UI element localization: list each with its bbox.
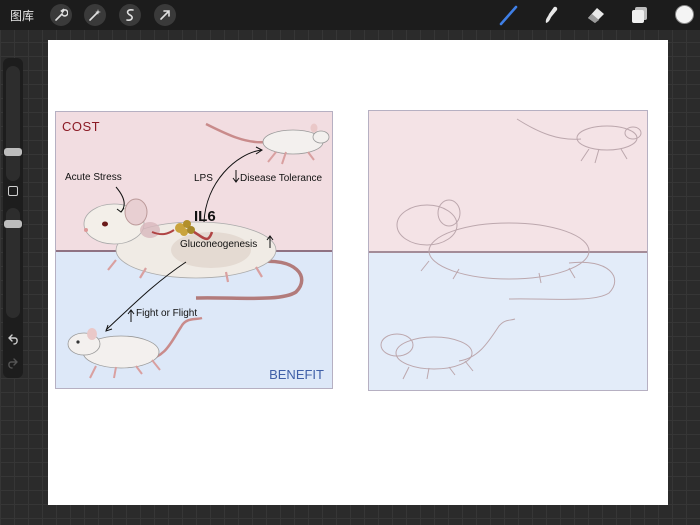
brush-size-slider[interactable] bbox=[4, 66, 22, 181]
cost-label: COST bbox=[62, 119, 101, 134]
gluconeogenesis-label: Gluconeogenesis bbox=[180, 239, 258, 250]
down-arrow-icon bbox=[232, 170, 240, 183]
smudge-icon[interactable] bbox=[539, 3, 563, 27]
up-arrow-icon bbox=[127, 309, 135, 322]
color-picker-button[interactable] bbox=[675, 5, 694, 24]
mouse-sketch bbox=[380, 118, 642, 380]
transform-icon[interactable] bbox=[154, 4, 176, 26]
wrench-icon[interactable] bbox=[50, 4, 72, 26]
lps-label: LPS bbox=[194, 173, 213, 184]
fight-or-flight-label: Fight or Flight bbox=[136, 308, 198, 319]
opacity-thumb[interactable] bbox=[4, 220, 22, 228]
illustration-panel-sketch bbox=[368, 110, 648, 391]
brush-icon[interactable] bbox=[497, 3, 521, 27]
drawing-canvas[interactable]: COST Acute Stress LPS Disease Tolerance … bbox=[48, 40, 668, 505]
opacity-slider[interactable] bbox=[4, 208, 22, 318]
brush-size-thumb[interactable] bbox=[4, 148, 22, 156]
bottom-mouse-icon bbox=[67, 316, 203, 379]
illustration-panel-colored: COST Acute Stress LPS Disease Tolerance … bbox=[55, 111, 333, 389]
undo-icon[interactable] bbox=[7, 334, 19, 346]
layers-icon[interactable] bbox=[628, 3, 652, 27]
top-mouse-icon bbox=[205, 122, 330, 165]
modify-button-icon[interactable] bbox=[8, 186, 18, 196]
selection-icon[interactable] bbox=[119, 4, 141, 26]
acute-stress-label: Acute Stress bbox=[65, 172, 122, 183]
il6-label: IL6 bbox=[194, 208, 216, 225]
eraser-icon[interactable] bbox=[584, 3, 608, 27]
magic-wand-icon[interactable] bbox=[84, 4, 106, 26]
top-toolbar: 图库 bbox=[0, 0, 700, 30]
mouse-illustration bbox=[67, 122, 330, 379]
redo-icon[interactable] bbox=[7, 358, 19, 370]
left-sidebar bbox=[3, 58, 23, 378]
benefit-label: BENEFIT bbox=[269, 367, 324, 382]
disease-tolerance-label: Disease Tolerance bbox=[240, 173, 323, 184]
gallery-button[interactable]: 图库 bbox=[10, 7, 34, 24]
